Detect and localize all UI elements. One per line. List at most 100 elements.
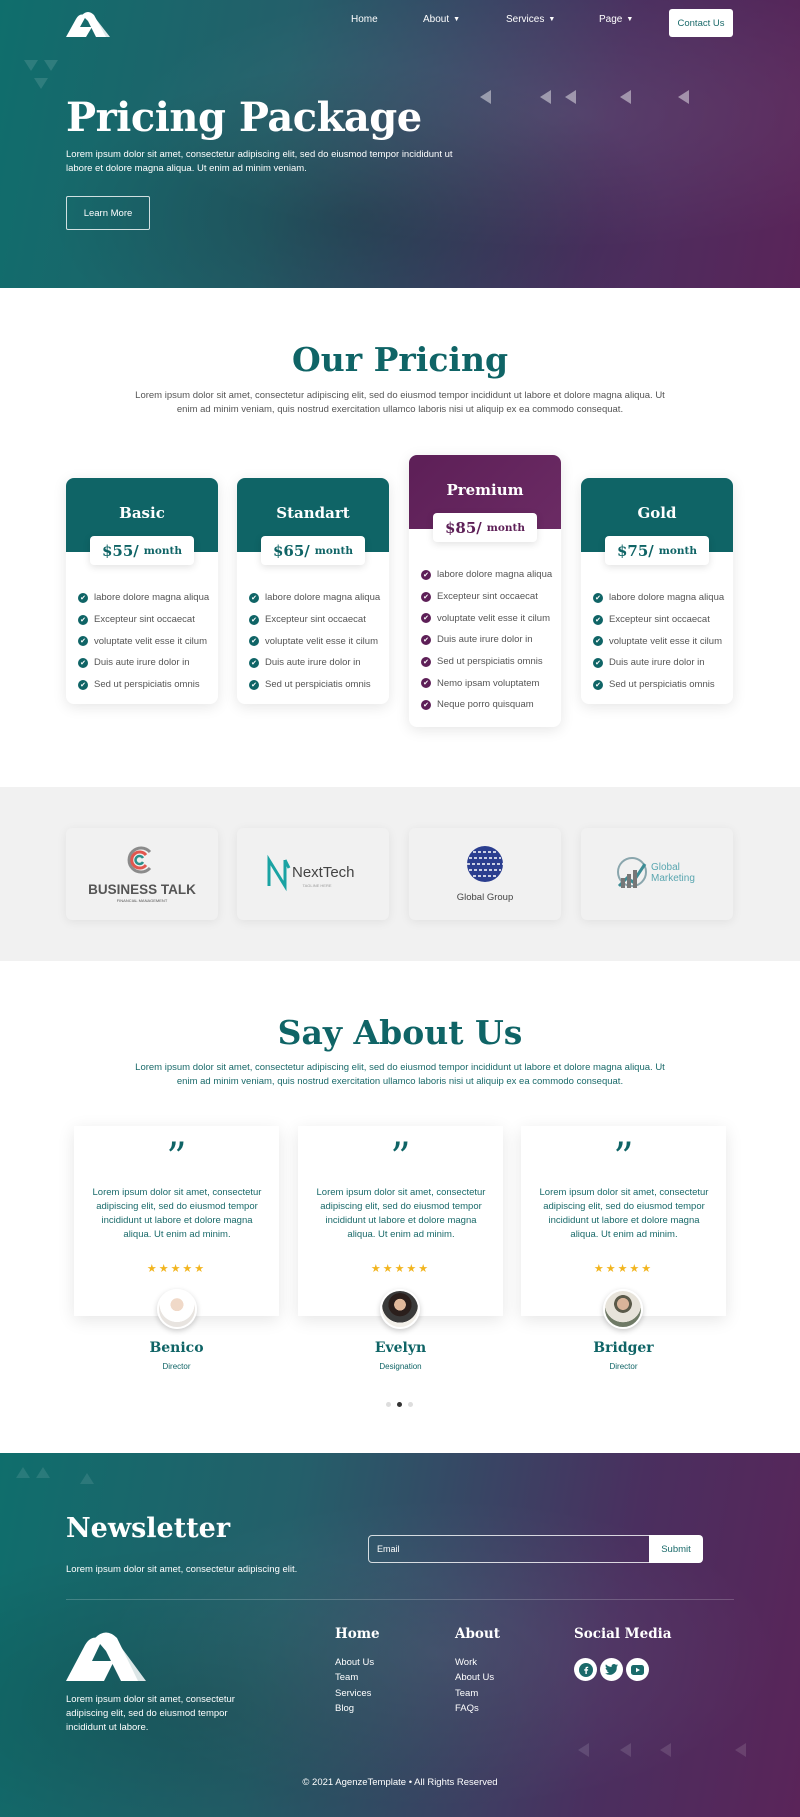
partner-name: NextTech	[292, 864, 355, 881]
check-icon: ✔	[421, 656, 431, 667]
feature-list: ✔ labore dolore magna aliqua ✔ Excepteur s…	[421, 564, 552, 716]
testimonials-text: Lorem ipsum dolor sit amet, consectetur …	[135, 1062, 665, 1087]
global-marketing-logo: Global Marketing	[617, 857, 695, 888]
decor-triangle	[36, 1467, 50, 1478]
partner-logo-global-group[interactable]: Global Group	[409, 828, 561, 920]
check-icon: ✔	[249, 636, 259, 647]
check-icon: ✔	[421, 613, 431, 624]
carousel-dot-1[interactable]	[386, 1402, 391, 1407]
pricing-card-gold[interactable]: Gold $75/ month ✔ labore dolore magna ali…	[581, 478, 733, 704]
footer-links-home: About Us Team Services Blog	[335, 1657, 374, 1718]
rating-stars: ★★★★★	[370, 1263, 431, 1275]
price-badge: $75/ month	[605, 536, 709, 565]
feature-text: labore dolore magna aliqua	[437, 569, 553, 581]
quote-icon: ”	[613, 1135, 634, 1181]
footer-col-title-social: Social Media	[574, 1626, 672, 1642]
feature-text: Excepteur sint occaecat	[94, 614, 195, 626]
nav-about[interactable]: About ▼	[423, 14, 460, 25]
check-icon: ✔	[78, 679, 88, 690]
twitter-icon[interactable]	[600, 1658, 623, 1681]
avatar	[157, 1289, 197, 1329]
footer-section: Newsletter Lorem ipsum dolor sit amet, c…	[0, 1453, 800, 1817]
feature-item: ✔ Sed ut perspiciatis omnis	[593, 674, 724, 696]
feature-item: ✔ labore dolore magna aliqua	[78, 587, 209, 609]
quote-icon: ”	[166, 1135, 187, 1181]
footer-link[interactable]: Team	[335, 1672, 374, 1687]
quote-icon: ”	[390, 1135, 411, 1181]
feature-item: ✔ voluptate velit esse it cilum	[593, 630, 724, 652]
feature-text: voluptate velit esse it cilum	[437, 612, 550, 624]
decor-triangle	[735, 1743, 746, 1757]
testimonial-role: Director	[162, 1362, 191, 1371]
testimonial-quote: Lorem ipsum dolor sit amet, consectetur …	[316, 1187, 486, 1240]
rating-stars: ★★★★★	[593, 1263, 654, 1275]
plan-name: Standart	[276, 504, 350, 522]
partners-section: BUSINESS TALK FINANCIAL MANAGEMENT NextT…	[0, 787, 800, 961]
footer-divider	[66, 1599, 734, 1600]
feature-item: ✔ Sed ut perspiciatis omnis	[421, 651, 552, 673]
decor-triangle	[660, 1743, 671, 1757]
plan-period: month	[658, 544, 698, 557]
nav-page-label: Page	[599, 14, 623, 25]
plan-price: $65/	[272, 541, 310, 560]
feature-item: ✔ voluptate velit esse it cilum	[249, 630, 380, 652]
check-icon: ✔	[78, 657, 88, 668]
footer-link[interactable]: FAQs	[455, 1703, 494, 1718]
hero-text: Lorem ipsum dolor sit amet, consectetur …	[66, 149, 453, 174]
hero-title: Pricing Package	[66, 94, 422, 141]
footer-link[interactable]: Services	[335, 1688, 374, 1703]
plan-period: month	[314, 544, 354, 557]
nav-home[interactable]: Home	[351, 14, 378, 25]
feature-text: labore dolore magna aliqua	[609, 592, 725, 604]
decor-triangle	[565, 90, 576, 104]
brand-logo[interactable]	[66, 9, 110, 37]
feature-list: ✔ labore dolore magna aliqua ✔ Excepteur s…	[593, 587, 724, 695]
pricing-card-basic[interactable]: Basic $55/ month ✔ labore dolore magna al…	[66, 478, 218, 704]
price-badge: $55/ month	[90, 536, 194, 565]
youtube-icon[interactable]	[626, 1658, 649, 1681]
feature-text: Duis aute irure dolor in	[265, 657, 361, 669]
nav-services[interactable]: Services ▼	[506, 14, 555, 25]
footer-link[interactable]: Team	[455, 1688, 494, 1703]
partner-logo-global-marketing[interactable]: Global Marketing	[581, 828, 733, 920]
decor-triangle	[34, 78, 48, 89]
partner-logo-nexttech[interactable]: NextTech TAGLINE HERE	[237, 828, 389, 920]
contact-us-button[interactable]: Contact Us	[669, 9, 733, 37]
feature-item: ✔ Excepteur sint occaecat	[593, 609, 724, 631]
footer-link[interactable]: About Us	[335, 1657, 374, 1672]
newsletter-email-input[interactable]	[368, 1535, 650, 1563]
pricing-card-standart[interactable]: Standart $65/ month ✔ labore dolore magna…	[237, 478, 389, 704]
main-nav: Home About ▼ Services ▼ Page ▼ Contact U…	[0, 0, 800, 45]
feature-item: ✔ Duis aute irure dolor in	[249, 652, 380, 674]
partner-logo-business-talk[interactable]: BUSINESS TALK FINANCIAL MANAGEMENT	[66, 828, 218, 920]
footer-brand-logo[interactable]	[66, 1627, 146, 1681]
feature-text: voluptate velit esse it cilum	[265, 635, 378, 647]
newsletter-submit-button[interactable]: Submit	[649, 1535, 703, 1563]
feature-item: ✔ labore dolore magna aliqua	[593, 587, 724, 609]
learn-more-button[interactable]: Learn More	[66, 196, 150, 230]
carousel-dot-3[interactable]	[408, 1402, 413, 1407]
testimonial-name: Evelyn	[374, 1340, 427, 1356]
feature-text: Excepteur sint occaecat	[609, 614, 710, 626]
testimonial-card: ” Lorem ipsum dolor sit amet, consectetu…	[298, 1126, 503, 1316]
plan-name: Premium	[446, 481, 524, 499]
partner-tagline: FINANCIAL MANAGEMENT	[117, 898, 168, 903]
pricing-title: Our Pricing	[291, 340, 509, 379]
footer-col-title-home: Home	[335, 1626, 380, 1642]
footer-link[interactable]: About Us	[455, 1672, 494, 1687]
nav-page[interactable]: Page ▼	[599, 14, 633, 25]
hero-section: Home About ▼ Services ▼ Page ▼ Contact U…	[0, 0, 800, 288]
footer-link[interactable]: Work	[455, 1657, 494, 1672]
plan-period: month	[143, 544, 183, 557]
footer-col-title-about: About	[455, 1626, 500, 1642]
check-icon: ✔	[78, 636, 88, 647]
carousel-dot-2[interactable]	[397, 1402, 402, 1407]
partner-name: Global Marketing	[651, 862, 695, 884]
check-icon: ✔	[249, 592, 259, 603]
rating-stars: ★★★★★	[146, 1263, 207, 1275]
pricing-card-premium[interactable]: Premium $85/ month ✔ labore dolore magna …	[409, 455, 561, 727]
decor-triangle	[578, 1743, 589, 1757]
facebook-icon[interactable]	[574, 1658, 597, 1681]
footer-link[interactable]: Blog	[335, 1703, 374, 1718]
avatar	[603, 1289, 643, 1329]
